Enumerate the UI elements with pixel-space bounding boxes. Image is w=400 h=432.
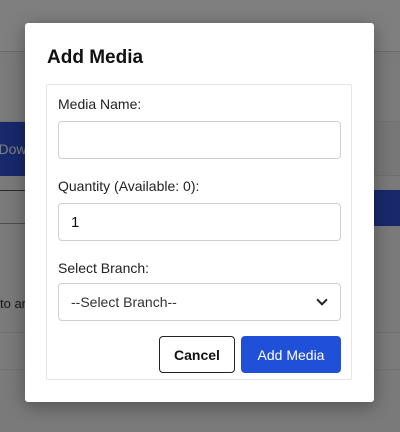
- add-media-modal: Add Media Media Name: Quantity (Availabl…: [25, 23, 374, 402]
- modal-title: Add Media: [47, 47, 144, 68]
- quantity-label: Quantity (Available: 0):: [58, 178, 200, 194]
- media-name-label: Media Name:: [58, 96, 142, 112]
- branch-label: Select Branch:: [58, 260, 150, 276]
- quantity-input[interactable]: [58, 203, 341, 241]
- chevron-down-icon: [316, 294, 328, 306]
- add-media-form: Media Name: Quantity (Available: 0): Sel…: [46, 84, 352, 380]
- branch-select[interactable]: --Select Branch--: [58, 283, 341, 321]
- cancel-button[interactable]: Cancel: [159, 336, 235, 373]
- add-media-button[interactable]: Add Media: [241, 336, 341, 373]
- media-name-input[interactable]: [58, 121, 341, 159]
- branch-select-value: --Select Branch--: [71, 294, 177, 310]
